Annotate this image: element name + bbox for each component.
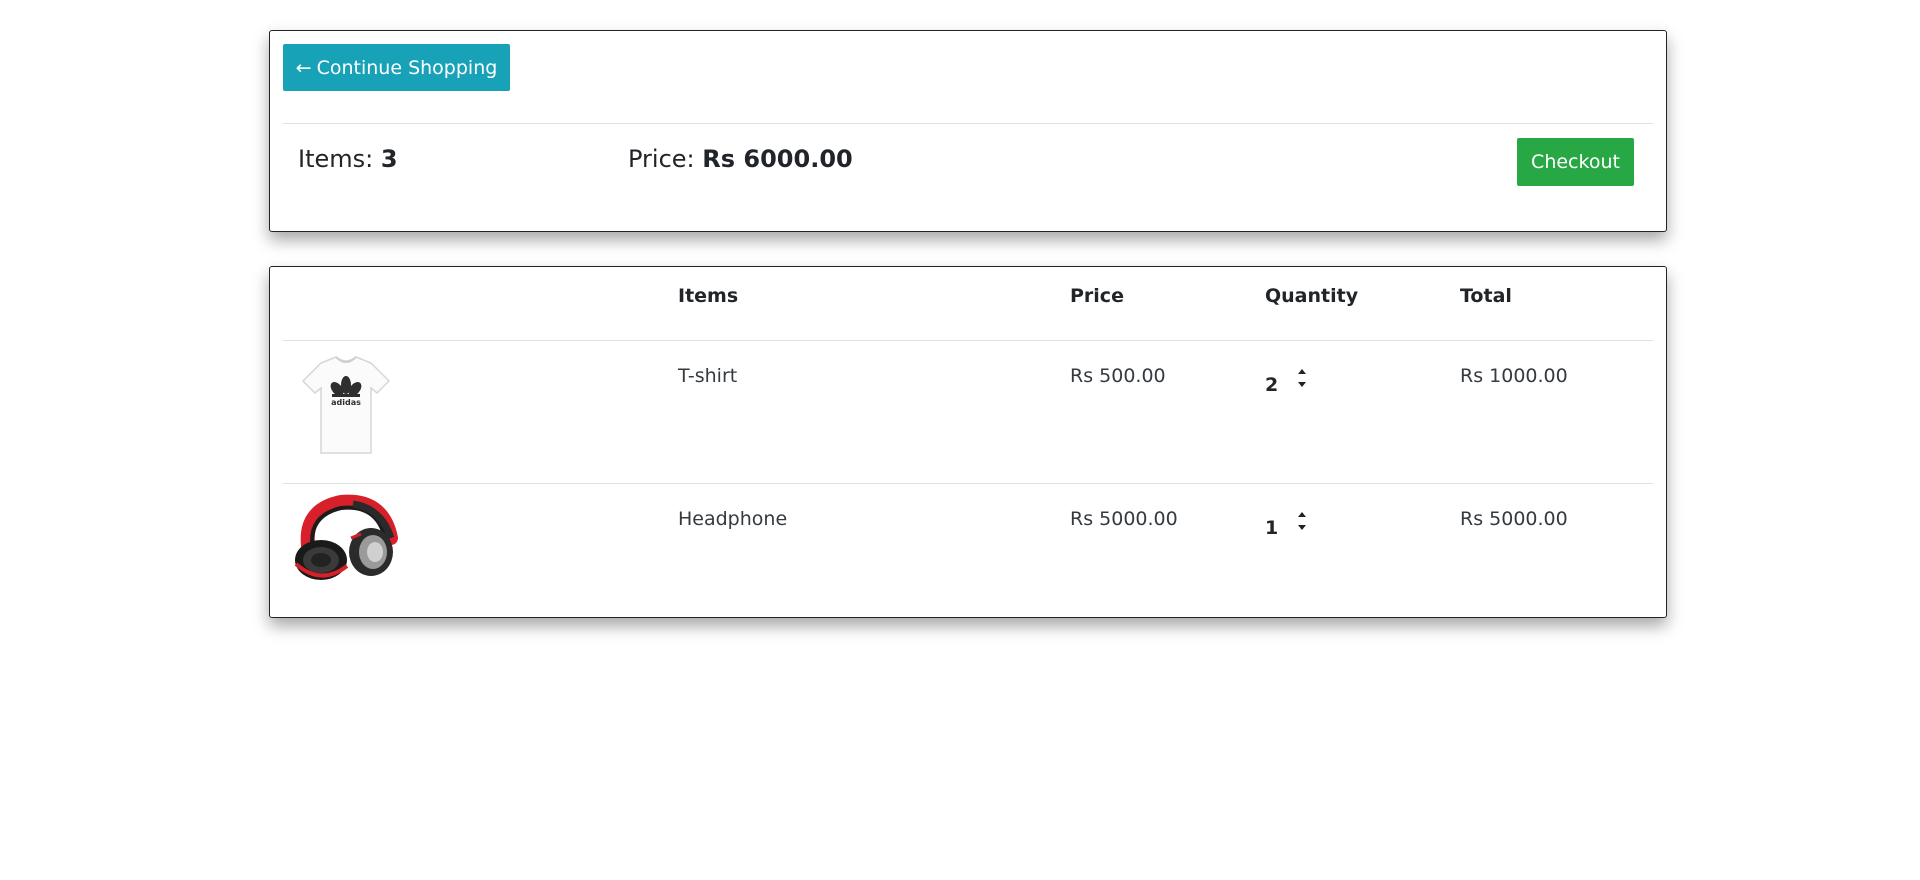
header-items: Items — [678, 285, 739, 307]
continue-shopping-label: Continue Shopping — [316, 56, 498, 79]
quantity-stepper[interactable]: 1 — [1265, 506, 1325, 542]
quantity-value: 2 — [1265, 374, 1279, 396]
item-total: Rs 5000.00 — [1460, 508, 1568, 530]
item-price: Rs 5000.00 — [1070, 508, 1178, 530]
spinner-arrows-icon[interactable] — [1295, 363, 1309, 393]
item-name: Headphone — [678, 508, 788, 530]
continue-shopping-button[interactable]: ← Continue Shopping — [283, 44, 510, 91]
cart-table-card: Items Price Quantity Total adidas T-shir… — [269, 266, 1667, 618]
header-price: Price — [1070, 285, 1124, 307]
items-count: 3 — [380, 145, 398, 173]
cart-summary-card: ← Continue Shopping Items: 3 Price: Rs 6… — [269, 30, 1667, 232]
table-header-row: Items Price Quantity Total — [283, 267, 1653, 341]
header-total: Total — [1460, 285, 1512, 307]
price-total: Rs 6000.00 — [702, 145, 853, 173]
headphone-image — [294, 494, 398, 580]
quantity-value: 1 — [1265, 517, 1279, 539]
items-summary: Items: 3 — [298, 143, 398, 175]
svg-text:adidas: adidas — [331, 398, 361, 407]
item-price: Rs 500.00 — [1070, 365, 1166, 387]
items-summary-label: Items: — [298, 145, 374, 173]
quantity-stepper[interactable]: 2 — [1265, 363, 1325, 399]
cart-page: ← Continue Shopping Items: 3 Price: Rs 6… — [0, 0, 1920, 880]
item-total: Rs 1000.00 — [1460, 365, 1568, 387]
tshirt-image: adidas — [301, 356, 391, 454]
item-name: T-shirt — [678, 365, 738, 387]
spinner-arrows-icon[interactable] — [1295, 506, 1309, 536]
price-summary-label: Price: — [628, 145, 695, 173]
table-row: Headphone Rs 5000.00 1 Rs 5000.00 — [283, 484, 1653, 606]
header-quantity: Quantity — [1265, 285, 1359, 307]
checkout-button[interactable]: Checkout — [1517, 138, 1634, 186]
table-row: adidas T-shirt Rs 500.00 2 Rs 1000.00 — [283, 341, 1653, 484]
summary-divider — [283, 123, 1653, 124]
price-summary: Price: Rs 6000.00 — [628, 143, 853, 175]
arrow-left-icon: ← — [295, 56, 312, 79]
